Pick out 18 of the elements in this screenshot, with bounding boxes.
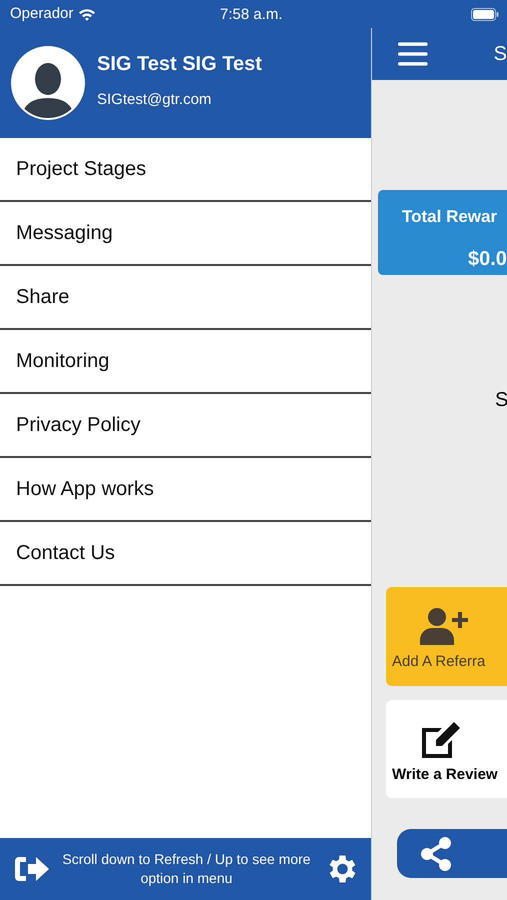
- wifi-icon: [78, 8, 96, 20]
- battery-icon: [471, 8, 499, 21]
- carrier-name: Operador: [10, 4, 74, 24]
- logout-icon[interactable]: [12, 854, 50, 884]
- user-name: SIG Test SIG Test: [97, 52, 262, 77]
- menu-icon[interactable]: [398, 40, 428, 68]
- share-icon: [419, 836, 453, 872]
- header-title: S: [494, 42, 507, 67]
- add-user-icon: [420, 607, 468, 645]
- rewards-title: Total Rewar: [402, 206, 498, 228]
- add-referral-button[interactable]: Add A Referra: [386, 587, 507, 686]
- avatar-icon: [11, 46, 85, 120]
- footer-hint: Scroll down to Refresh / Up to see more option in menu: [61, 850, 312, 888]
- status-time: 7:58 a.m.: [220, 5, 283, 25]
- write-review-button[interactable]: Write a Review: [386, 700, 507, 798]
- user-email: SIGtest@gtr.com: [97, 90, 212, 110]
- rewards-amount: $0.0: [467, 246, 507, 272]
- share-button[interactable]: [397, 829, 507, 878]
